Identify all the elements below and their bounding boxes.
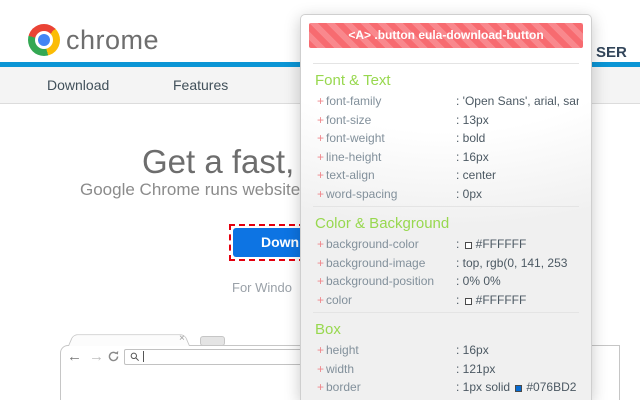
chrome-wordmark: chrome (66, 25, 159, 56)
css-property-value: : #FFFFFF (456, 293, 579, 307)
css-properties-list: Font & Text+font-family: 'Open Sans', ar… (301, 63, 591, 397)
css-property-value: : bold (456, 131, 579, 145)
expand-property-icon[interactable]: + (313, 343, 326, 357)
css-property-name: color (326, 293, 456, 307)
css-property-value: : 0% 0% (456, 274, 579, 288)
css-property-name: text-align (326, 168, 456, 182)
css-property-name: font-size (326, 113, 456, 127)
css-property-row[interactable]: +font-size: 13px (313, 111, 579, 130)
css-section-title: Box (315, 321, 579, 338)
css-inspector-panel: <A> .button eula-download-button Font & … (300, 14, 592, 400)
css-property-value: : center (456, 168, 579, 182)
css-property-value: : 16px (456, 343, 579, 357)
platform-caption: For Windo (232, 280, 292, 295)
css-property-value: : 121px (456, 362, 579, 376)
css-property-name: border (326, 380, 456, 394)
section-divider (313, 63, 579, 64)
hero-subheading: Google Chrome runs websites a (80, 180, 323, 200)
expand-property-icon[interactable]: + (313, 113, 326, 127)
css-property-name: font-weight (326, 131, 456, 145)
css-property-name: line-height (326, 150, 456, 164)
css-property-row[interactable]: +word-spacing: 0px (313, 185, 579, 204)
css-property-name: background-image (326, 256, 456, 270)
forward-arrow-icon: → (89, 349, 104, 364)
nav-item-features[interactable]: Features (173, 77, 228, 93)
css-property-row[interactable]: +border: 1px solid #076BD2 (313, 378, 579, 397)
css-section-title: Color & Background (315, 215, 579, 232)
css-property-row[interactable]: +height: 16px (313, 341, 579, 360)
expand-property-icon[interactable]: + (313, 274, 326, 288)
hero-heading: Get a fast, fr (142, 143, 324, 181)
color-swatch-icon (465, 242, 472, 249)
inspected-element-title[interactable]: <A> .button eula-download-button (309, 23, 583, 48)
css-property-row[interactable]: +font-weight: bold (313, 129, 579, 148)
color-swatch-icon (465, 298, 472, 305)
css-property-value: : 0px (456, 187, 579, 201)
search-icon (130, 352, 140, 362)
partial-page-title: SER (596, 44, 627, 61)
css-property-value: : 13px (456, 113, 579, 127)
css-property-row[interactable]: +width: 121px (313, 360, 579, 379)
css-property-name: word-spacing (326, 187, 456, 201)
section-divider (313, 206, 579, 207)
expand-property-icon[interactable]: + (313, 362, 326, 376)
css-property-value: : 1px solid #076BD2 (456, 380, 579, 394)
css-property-name: font-family (326, 94, 456, 108)
text-caret (143, 351, 144, 362)
expand-property-icon[interactable]: + (313, 131, 326, 145)
expand-property-icon[interactable]: + (313, 256, 326, 270)
css-property-value: : #FFFFFF (456, 237, 579, 251)
css-property-value: : 'Open Sans', arial, sans-serif (456, 94, 579, 108)
css-property-row[interactable]: +font-family: 'Open Sans', arial, sans-s… (313, 92, 579, 111)
tab-close-icon: × (179, 334, 185, 344)
browser-mockup-tab (68, 334, 190, 346)
expand-property-icon[interactable]: + (313, 168, 326, 182)
back-arrow-icon: ← (67, 349, 82, 364)
expand-property-icon[interactable]: + (313, 293, 326, 307)
nav-item-download[interactable]: Download (47, 77, 109, 93)
css-property-value: : top, rgb(0, 141, 253 (456, 256, 579, 270)
chrome-logo-icon (28, 24, 60, 56)
css-property-name: height (326, 343, 456, 357)
css-property-name: background-position (326, 274, 456, 288)
expand-property-icon[interactable]: + (313, 150, 326, 164)
section-divider (313, 312, 579, 313)
css-property-row[interactable]: +background-image: top, rgb(0, 141, 253 (313, 254, 579, 273)
css-property-row[interactable]: +background-position: 0% 0% (313, 272, 579, 291)
new-tab-button-icon (200, 336, 225, 346)
chrome-download-page: chrome SER Download Features Get a fast,… (0, 0, 640, 400)
refresh-icon (107, 350, 120, 363)
expand-property-icon[interactable]: + (313, 187, 326, 201)
css-section-title: Font & Text (315, 72, 579, 89)
css-property-name: background-color (326, 237, 456, 251)
css-property-name: width (326, 362, 456, 376)
css-property-row[interactable]: +text-align: center (313, 166, 579, 185)
expand-property-icon[interactable]: + (313, 237, 326, 251)
css-property-value: : 16px (456, 150, 579, 164)
css-property-row[interactable]: +color: #FFFFFF (313, 291, 579, 310)
color-swatch-icon (515, 385, 522, 392)
css-property-row[interactable]: +background-color: #FFFFFF (313, 235, 579, 254)
css-property-row[interactable]: +line-height: 16px (313, 148, 579, 167)
expand-property-icon[interactable]: + (313, 380, 326, 394)
expand-property-icon[interactable]: + (313, 94, 326, 108)
